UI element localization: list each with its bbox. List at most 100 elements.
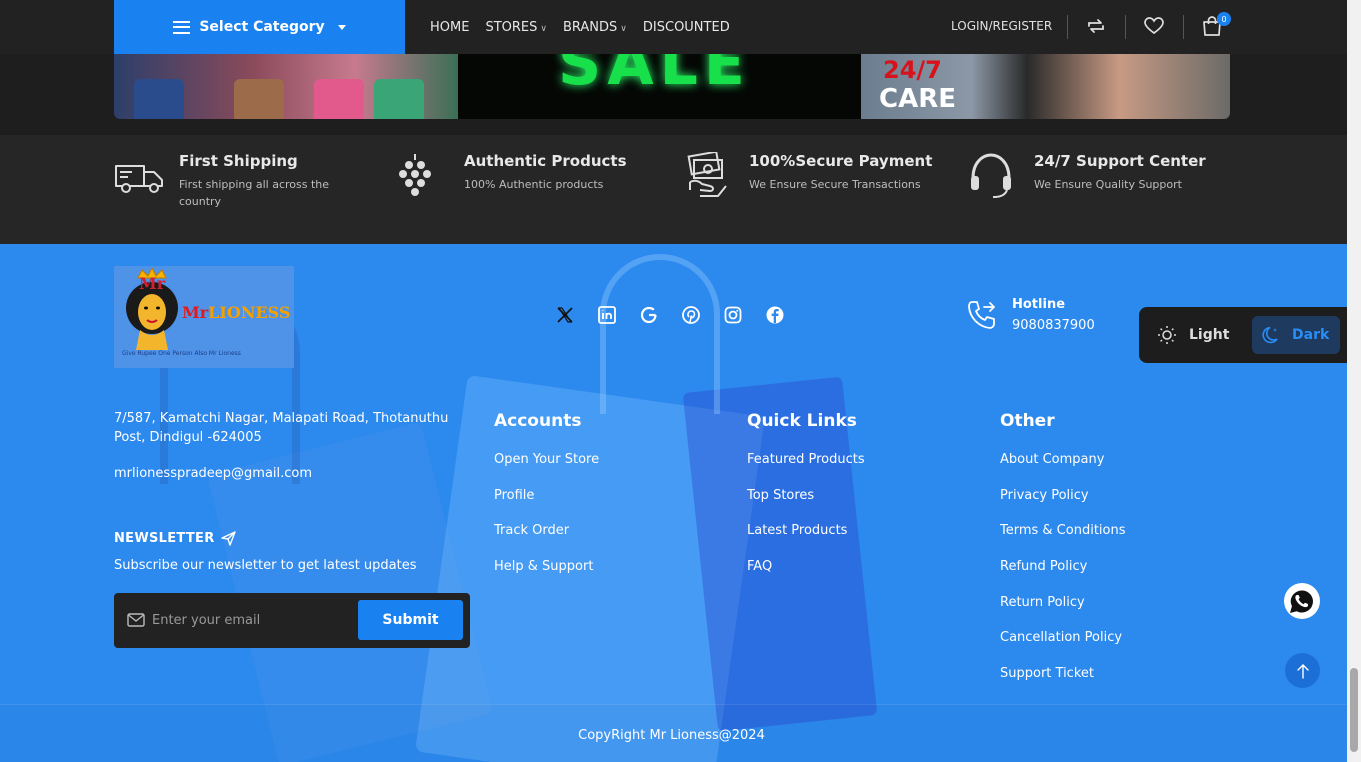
sun-icon: [1158, 326, 1176, 344]
menu-item-label: STORES: [485, 19, 538, 35]
scroll-to-top-button[interactable]: [1285, 653, 1320, 688]
select-category-label: Select Category: [199, 19, 325, 35]
nav-divider: [1183, 15, 1184, 39]
light-theme-button[interactable]: Light: [1149, 316, 1249, 354]
column-title: Other: [1000, 411, 1055, 431]
logo-wordmark: MrLIONESS: [182, 303, 290, 322]
care-text: CARE: [879, 84, 956, 114]
grapes-icon: [399, 154, 431, 196]
social-links: [556, 306, 784, 324]
newsletter-email-input[interactable]: [152, 608, 352, 632]
mail-icon: [127, 613, 145, 627]
newsletter-form: Submit: [114, 593, 470, 648]
copyright-text: CopyRight Mr Lioness@2024: [578, 728, 765, 743]
feature-desc: 100% Authentic products: [464, 178, 604, 191]
logo-wordmark-b: LIONESS: [208, 303, 291, 322]
store-address: 7/587, Kamatchi Nagar, Malapati Road, Th…: [114, 411, 449, 445]
footer-link-refund-policy[interactable]: Refund Policy: [1000, 558, 1126, 594]
feature-shipping: First Shipping First shipping all across…: [114, 152, 354, 210]
footer-link-privacy-policy[interactable]: Privacy Policy: [1000, 487, 1126, 523]
column-title: Accounts: [494, 411, 582, 431]
column-title: Quick Links: [747, 411, 857, 431]
hotline-number[interactable]: 9080837900: [1012, 318, 1095, 333]
google-icon[interactable]: [640, 306, 658, 324]
money-hand-icon: [687, 152, 727, 197]
feature-authentic: Authentic Products 100% Authentic produc…: [399, 152, 627, 200]
sale-banner-image[interactable]: SALE: [458, 54, 861, 119]
page-scrollbar[interactable]: [1347, 0, 1361, 762]
arrow-up-icon: [1296, 663, 1309, 679]
footer-link-faq[interactable]: FAQ: [747, 558, 865, 594]
dark-theme-button[interactable]: Dark: [1252, 316, 1340, 354]
facebook-icon[interactable]: [766, 306, 784, 324]
newsletter-submit-button[interactable]: Submit: [358, 600, 463, 640]
top-nav: Select Category HOME STORES ∨ BRANDS ∨ DIS…: [0, 0, 1347, 54]
chevron-down-icon: ∨: [540, 23, 547, 34]
footer-link-top-stores[interactable]: Top Stores: [747, 487, 865, 523]
caret-down-icon: [337, 24, 346, 30]
logo-wordmark-a: Mr: [182, 303, 209, 322]
login-register-link[interactable]: LOGIN/REGISTER: [951, 19, 1052, 33]
hotline-label: Hotline: [1012, 297, 1066, 312]
menu-item-label: HOME: [430, 19, 470, 35]
compare-icon[interactable]: [1085, 15, 1107, 37]
footer-link-profile[interactable]: Profile: [494, 487, 599, 523]
feature-secure-payment: 100%Secure Payment We Ensure Secure Tran…: [684, 152, 932, 200]
feature-desc: First shipping all across the country: [179, 178, 330, 208]
footer-link-support-ticket[interactable]: Support Ticket: [1000, 665, 1126, 701]
care-247-text: 24/7: [883, 56, 942, 84]
whatsapp-button[interactable]: [1284, 583, 1320, 619]
footer-column-quick-links: Quick Links Featured Products Top Stores…: [747, 411, 865, 594]
newsletter-title: NEWSLETTER: [114, 531, 215, 546]
feature-title: First Shipping: [179, 152, 298, 170]
footer-link-track-order[interactable]: Track Order: [494, 522, 599, 558]
footer-link-cancellation-policy[interactable]: Cancellation Policy: [1000, 629, 1126, 665]
pinterest-icon[interactable]: [682, 306, 700, 324]
scrollbar-thumb[interactable]: [1350, 668, 1358, 752]
footer-link-terms-conditions[interactable]: Terms & Conditions: [1000, 522, 1126, 558]
dark-theme-label: Dark: [1292, 327, 1330, 343]
menu-item-stores[interactable]: STORES ∨: [485, 20, 547, 35]
cart-count-badge: 0: [1217, 12, 1231, 26]
paper-plane-icon: [220, 531, 236, 546]
nav-divider: [1067, 15, 1068, 39]
footer-column-other: Other About Company Privacy Policy Terms…: [1000, 411, 1126, 701]
footer-link-about-company[interactable]: About Company: [1000, 451, 1126, 487]
newsletter-subtitle: Subscribe our newsletter to get latest u…: [114, 558, 417, 573]
shopping-banner-image[interactable]: [114, 54, 458, 119]
footer-link-featured-products[interactable]: Featured Products: [747, 451, 865, 487]
instagram-icon[interactable]: [724, 306, 742, 324]
footer-link-help-support[interactable]: Help & Support: [494, 558, 599, 594]
menu-item-brands[interactable]: BRANDS ∨: [563, 20, 627, 35]
menu-item-label: BRANDS: [562, 19, 618, 35]
promo-banner-strip: SALE 24/7 CARE: [114, 54, 1230, 119]
feature-support: 24/7 Support Center We Ensure Quality Su…: [969, 152, 1206, 200]
chevron-down-icon: ∨: [620, 23, 627, 34]
menu-item-discounted[interactable]: DISCOUNTED: [643, 20, 730, 35]
logo-mr-mark: Mr: [139, 274, 166, 293]
light-theme-label: Light: [1189, 327, 1230, 343]
footer-link-latest-products[interactable]: Latest Products: [747, 522, 865, 558]
brand-logo[interactable]: Mr MrLIONESS Give Rupee One Person Also …: [114, 266, 294, 368]
x-icon[interactable]: [556, 306, 574, 324]
main-menu: HOME STORES ∨ BRANDS ∨ DISCOUNTED: [430, 0, 730, 54]
feature-title: 24/7 Support Center: [1034, 152, 1206, 170]
feature-title: Authentic Products: [464, 152, 627, 170]
logo-tagline: Give Rupee One Person Also Mr Lioness: [122, 350, 241, 357]
hamburger-icon: [173, 20, 191, 34]
headset-icon: [971, 153, 1011, 198]
care-banner-image[interactable]: 24/7 CARE: [861, 54, 1230, 119]
background-bag-handle: [600, 254, 720, 414]
footer-link-open-store[interactable]: Open Your Store: [494, 451, 599, 487]
theme-toggle: Light Dark: [1139, 307, 1347, 363]
truck-icon: [115, 165, 163, 193]
footer-link-return-policy[interactable]: Return Policy: [1000, 594, 1126, 630]
heart-icon[interactable]: [1143, 15, 1165, 37]
feature-desc: We Ensure Secure Transactions: [749, 178, 921, 191]
contact-email[interactable]: mrlionesspradeep@gmail.com: [114, 466, 312, 481]
moon-icon: [1262, 326, 1278, 344]
linkedin-icon[interactable]: [598, 306, 616, 324]
select-category-button[interactable]: Select Category: [114, 0, 405, 54]
menu-item-home[interactable]: HOME: [430, 20, 469, 35]
footer-column-accounts: Accounts Open Your Store Profile Track O…: [494, 411, 599, 594]
